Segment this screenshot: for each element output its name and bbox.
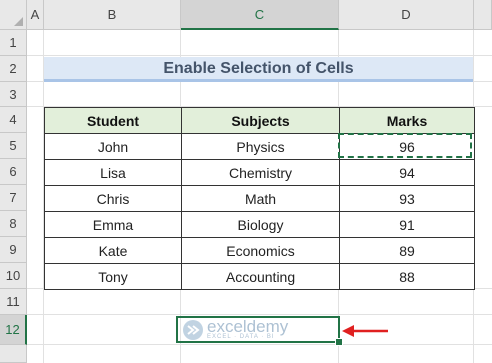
cell-subject[interactable]: Biology: [181, 211, 340, 238]
select-all-button[interactable]: [0, 0, 27, 30]
red-arrow-icon: [342, 325, 388, 337]
row-header-13[interactable]: [0, 345, 27, 363]
table-row: John Physics 96: [44, 133, 475, 160]
cell-student[interactable]: Tony: [44, 263, 182, 290]
cell-marks[interactable]: 91: [339, 211, 475, 238]
column-header-d[interactable]: D: [339, 0, 474, 30]
cell-subject[interactable]: Physics: [181, 133, 340, 160]
cell-marks[interactable]: 96: [339, 133, 475, 160]
row-header-6[interactable]: 6: [0, 159, 27, 185]
row-header-9[interactable]: 9: [0, 237, 27, 263]
cell-subject[interactable]: Math: [181, 185, 340, 212]
cell-marks[interactable]: 89: [339, 237, 475, 264]
cell-subject[interactable]: Chemistry: [181, 159, 340, 186]
row-header-4[interactable]: 4: [0, 107, 27, 133]
table-row: Tony Accounting 88: [44, 263, 475, 290]
sheet-title[interactable]: Enable Selection of Cells: [44, 57, 473, 82]
cell-student[interactable]: Emma: [44, 211, 182, 238]
spreadsheet-grid[interactable]: A B C D 1 2 3 4 5 6 7 8 9 10 11 12 Enabl…: [0, 0, 492, 363]
row-header-5[interactable]: 5: [0, 133, 27, 159]
table-row: Lisa Chemistry 94: [44, 159, 475, 186]
column-header-a[interactable]: A: [27, 0, 44, 30]
header-student[interactable]: Student: [44, 107, 182, 134]
table-row: Emma Biology 91: [44, 211, 475, 238]
active-cell-selection[interactable]: [176, 316, 340, 343]
row-header-2[interactable]: 2: [0, 56, 27, 82]
cell-subject[interactable]: Economics: [181, 237, 340, 264]
gridline: [27, 314, 492, 315]
cell-student[interactable]: Kate: [44, 237, 182, 264]
cell-subject[interactable]: Accounting: [181, 263, 340, 290]
column-header-e[interactable]: [474, 0, 492, 30]
cell-student[interactable]: Lisa: [44, 159, 182, 186]
row-header-11[interactable]: 11: [0, 289, 27, 315]
table-row: Kate Economics 89: [44, 237, 475, 264]
gridline: [27, 55, 492, 56]
cell-marks[interactable]: 88: [339, 263, 475, 290]
gridline: [27, 344, 492, 345]
row-header-1[interactable]: 1: [0, 30, 27, 56]
cell-marks[interactable]: 94: [339, 159, 475, 186]
table-row: Chris Math 93: [44, 185, 475, 212]
row-header-12[interactable]: 12: [0, 315, 27, 345]
row-header-3[interactable]: 3: [0, 82, 27, 107]
marks-table[interactable]: Student Subjects Marks John Physics 96 L…: [44, 107, 475, 290]
row-header-7[interactable]: 7: [0, 185, 27, 211]
row-header-10[interactable]: 10: [0, 263, 27, 289]
header-subjects[interactable]: Subjects: [181, 107, 340, 134]
cell-marks[interactable]: 93: [339, 185, 475, 212]
header-marks[interactable]: Marks: [339, 107, 475, 134]
row-header-8[interactable]: 8: [0, 211, 27, 237]
cell-student[interactable]: John: [44, 133, 182, 160]
column-header-c[interactable]: C: [181, 0, 339, 30]
table-header-row: Student Subjects Marks: [44, 107, 475, 134]
column-header-b[interactable]: B: [44, 0, 181, 30]
cell-student[interactable]: Chris: [44, 185, 182, 212]
